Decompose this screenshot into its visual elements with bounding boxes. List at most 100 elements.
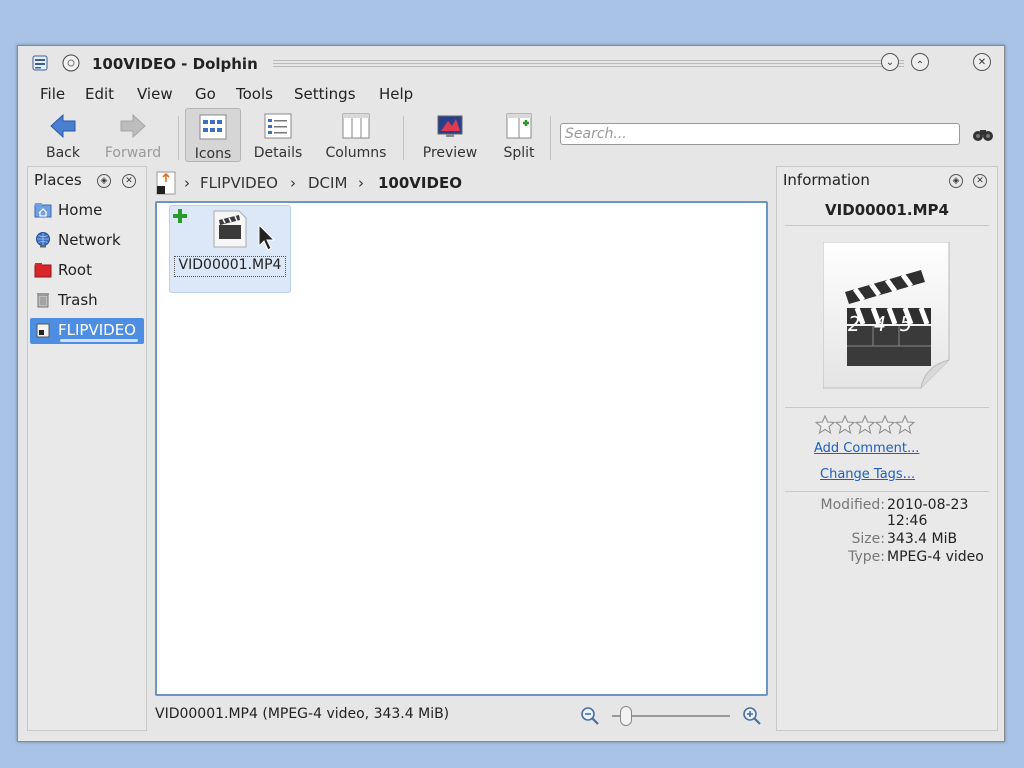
type-value: MPEG-4 video xyxy=(887,549,984,565)
window-menu-icon[interactable] xyxy=(32,55,48,71)
menu-bar: File Edit View Go Tools Settings Help xyxy=(18,82,1004,106)
zoom-in-icon[interactable] xyxy=(742,706,762,726)
info-filename: VID00001.MP4 xyxy=(825,201,949,219)
close-icon: ✕ xyxy=(977,56,987,68)
breadcrumb-flipvideo[interactable]: FLIPVIDEO xyxy=(200,174,278,192)
information-panel: Information ◈ ✕ VID00001.MP4 2 4 5 Add C… xyxy=(776,166,998,731)
details-view-button[interactable]: Details xyxy=(250,108,306,162)
trash-icon xyxy=(37,293,49,308)
arrow-right-icon xyxy=(120,113,146,139)
star-icon xyxy=(814,414,836,435)
panel-close-button[interactable]: ✕ xyxy=(973,174,987,188)
split-label: Split xyxy=(503,145,535,161)
clapboard-digits: 2 4 5 xyxy=(843,312,933,336)
breadcrumb-separator[interactable]: › xyxy=(184,174,190,192)
split-view-icon xyxy=(506,113,532,139)
search-input[interactable] xyxy=(560,123,960,145)
maximize-button[interactable]: ⌃ xyxy=(911,53,929,71)
place-label: Home xyxy=(58,201,103,219)
preview-button[interactable]: Preview xyxy=(416,108,484,162)
place-label: Root xyxy=(58,261,92,279)
float-icon: ◈ xyxy=(952,176,960,186)
capacity-bar xyxy=(60,339,138,342)
home-folder-icon xyxy=(34,203,52,218)
panel-float-button[interactable]: ◈ xyxy=(97,174,111,188)
keep-above-icon[interactable] xyxy=(62,54,80,72)
place-trash[interactable]: Trash xyxy=(30,288,144,314)
add-comment-link[interactable]: Add Comment... xyxy=(814,441,919,456)
toolbar: Back Forward Icons Details Columns Previ… xyxy=(18,108,1004,164)
place-home[interactable]: Home xyxy=(30,198,144,224)
details-label: Details xyxy=(253,145,303,161)
places-panel: Places ◈ ✕ Home Network Root Trash FLIPV… xyxy=(27,166,147,731)
information-title: Information xyxy=(783,171,870,189)
menu-file[interactable]: File xyxy=(40,85,65,103)
menu-go[interactable]: Go xyxy=(195,85,216,103)
columns-view-button[interactable]: Columns xyxy=(321,108,391,162)
star-icon xyxy=(894,414,916,435)
star-icon xyxy=(874,414,896,435)
float-icon: ◈ xyxy=(100,176,108,186)
clapboard-digit: 2 xyxy=(848,312,861,336)
modified-date: 2010-08-23 xyxy=(887,497,969,513)
file-item[interactable]: VID00001.MP4 xyxy=(169,205,291,293)
divider xyxy=(785,407,989,408)
video-file-icon xyxy=(213,210,247,248)
drive-root-icon[interactable] xyxy=(154,170,178,196)
forward-label: Forward xyxy=(104,145,162,161)
icons-label: Icons xyxy=(194,146,232,162)
menu-view[interactable]: View xyxy=(137,85,173,103)
zoom-control xyxy=(578,704,768,728)
type-label: Type: xyxy=(848,549,885,565)
place-root[interactable]: Root xyxy=(30,258,144,284)
arrow-left-icon xyxy=(50,113,76,139)
close-icon: ✕ xyxy=(976,176,984,186)
star-icon xyxy=(834,414,856,435)
divider xyxy=(785,225,989,226)
clapboard-digit: 4 xyxy=(874,312,887,336)
menu-tools[interactable]: Tools xyxy=(236,85,273,103)
binoculars-icon[interactable] xyxy=(972,125,994,143)
places-title: Places xyxy=(34,171,82,189)
place-flipvideo[interactable]: FLIPVIDEO xyxy=(30,318,144,344)
breadcrumb-dcim[interactable]: DCIM xyxy=(308,174,347,192)
menu-settings[interactable]: Settings xyxy=(294,85,356,103)
icon-view-icon xyxy=(199,114,227,140)
columns-view-icon xyxy=(342,113,370,139)
columns-label: Columns xyxy=(325,145,387,161)
chevron-down-icon: ⌄ xyxy=(885,56,895,68)
panel-close-button[interactable]: ✕ xyxy=(122,174,136,188)
split-button[interactable]: Split xyxy=(496,108,542,162)
back-label: Back xyxy=(46,145,80,161)
zoom-out-icon[interactable] xyxy=(580,706,600,726)
breadcrumb-separator[interactable]: › xyxy=(290,174,296,192)
size-label: Size: xyxy=(851,531,885,547)
place-network[interactable]: Network xyxy=(30,228,144,254)
star-icon xyxy=(854,414,876,435)
rating-star-icons[interactable] xyxy=(814,414,919,435)
menu-edit[interactable]: Edit xyxy=(85,85,114,103)
back-button[interactable]: Back xyxy=(36,108,90,162)
file-view[interactable]: VID00001.MP4 xyxy=(155,201,768,696)
forward-button[interactable]: Forward xyxy=(98,108,168,162)
toolbar-separator xyxy=(403,116,404,160)
modified-time: 12:46 xyxy=(887,513,928,529)
zoom-slider-handle[interactable] xyxy=(620,706,633,726)
clapboard-digit: 5 xyxy=(900,312,913,336)
menu-help[interactable]: Help xyxy=(379,85,413,103)
root-folder-icon xyxy=(34,263,52,278)
icons-view-button[interactable]: Icons xyxy=(185,108,241,162)
divider xyxy=(785,491,989,492)
change-tags-link[interactable]: Change Tags... xyxy=(820,467,915,482)
panel-float-button[interactable]: ◈ xyxy=(949,174,963,188)
select-plus-icon[interactable] xyxy=(172,208,188,224)
minimize-button[interactable]: ⌄ xyxy=(881,53,899,71)
file-name: VID00001.MP4 xyxy=(174,256,286,277)
chevron-up-icon: ⌃ xyxy=(915,59,925,71)
breadcrumb-separator[interactable]: › xyxy=(358,174,364,192)
close-icon: ✕ xyxy=(125,176,133,186)
breadcrumb-100video[interactable]: 100VIDEO xyxy=(378,174,462,192)
close-button[interactable]: ✕ xyxy=(973,53,991,71)
rating-stars[interactable] xyxy=(814,414,919,439)
title-bar[interactable]: 100VIDEO - Dolphin ⌄ ⌃ ✕ xyxy=(18,46,1004,80)
